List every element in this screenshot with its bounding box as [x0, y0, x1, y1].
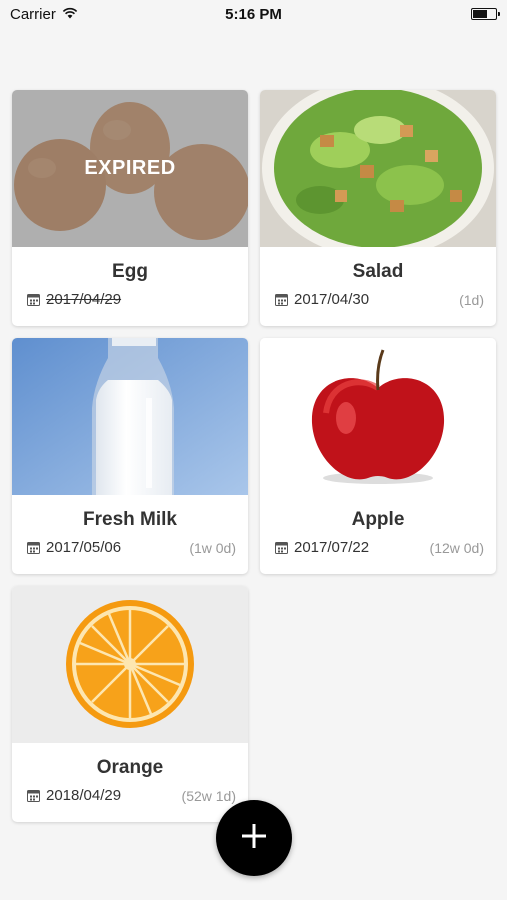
status-bar: Carrier 5:16 PM	[0, 0, 507, 28]
card-meta: 2017/07/22 (12w 0d)	[260, 539, 496, 556]
expired-overlay: EXPIRED	[12, 90, 248, 247]
carrier-label: Carrier	[10, 5, 56, 23]
plus-icon	[240, 822, 268, 855]
apple-photo	[260, 338, 496, 495]
remaining-time: (1d)	[459, 291, 484, 308]
card-meta: 2017/04/29	[12, 291, 248, 308]
battery-icon	[471, 8, 500, 20]
wifi-icon	[62, 6, 78, 23]
card-meta: 2017/04/30 (1d)	[260, 291, 496, 308]
food-name: Egg	[112, 261, 148, 282]
calendar-icon	[275, 293, 288, 306]
food-name: Orange	[96, 757, 164, 778]
food-card-fresh-milk[interactable]: Fresh Milk 2017/05/06 (1w 0d)	[12, 338, 248, 574]
expiry-date: 2018/04/29	[46, 787, 122, 804]
orange-photo	[12, 586, 248, 743]
calendar-icon	[27, 789, 40, 802]
food-card-salad[interactable]: Salad 2017/04/30 (1d)	[260, 90, 496, 326]
food-name: Fresh Milk	[83, 509, 177, 530]
expiry-date: 2017/05/06	[46, 539, 122, 556]
status-left: Carrier	[10, 6, 78, 23]
eggs-photo: EXPIRED	[12, 90, 248, 247]
food-card-egg[interactable]: EXPIRED Egg 2017/04/29	[12, 90, 248, 326]
food-card-apple[interactable]: Apple 2017/07/22 (12w 0d)	[260, 338, 496, 574]
expiry-date: 2017/07/22	[294, 539, 370, 556]
food-grid: EXPIRED Egg 2017/04/29 Salad 2017/04/30 …	[12, 90, 496, 822]
salad-photo	[260, 90, 496, 247]
add-item-button[interactable]	[216, 800, 292, 876]
card-meta: 2018/04/29 (52w 1d)	[12, 787, 248, 804]
calendar-icon	[27, 293, 40, 306]
remaining-time: (12w 0d)	[429, 539, 484, 556]
card-meta: 2017/05/06 (1w 0d)	[12, 539, 248, 556]
remaining-time: (52w 1d)	[181, 787, 236, 804]
remaining-time: (1w 0d)	[189, 539, 236, 556]
calendar-icon	[27, 541, 40, 554]
milk-bottle-photo	[12, 338, 248, 495]
expiry-date: 2017/04/30	[294, 291, 370, 308]
expiry-date: 2017/04/29	[46, 291, 122, 308]
food-name: Apple	[351, 509, 405, 530]
calendar-icon	[275, 541, 288, 554]
food-name: Salad	[352, 261, 404, 282]
food-card-orange[interactable]: Orange 2018/04/29 (52w 1d)	[12, 586, 248, 822]
